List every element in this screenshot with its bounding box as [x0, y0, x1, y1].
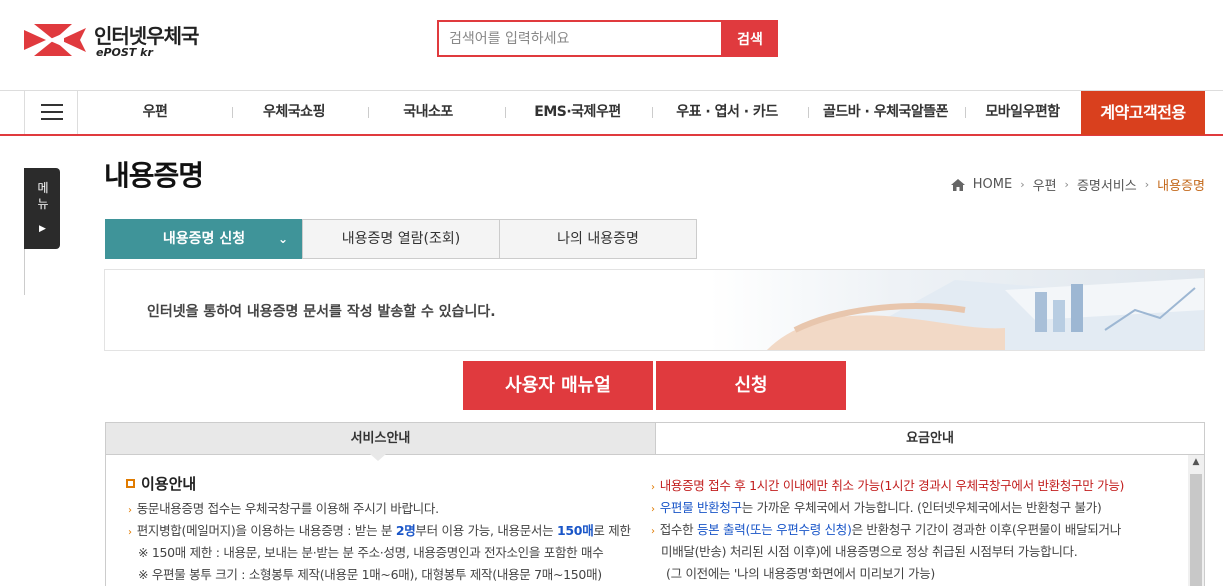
tab-service-info[interactable]: 서비스안내 — [105, 422, 656, 455]
chevron-right-icon: ▶ — [39, 224, 46, 234]
breadcrumb-home[interactable]: HOME — [973, 177, 1012, 192]
search-button[interactable]: 검색 — [722, 20, 778, 57]
side-divider — [24, 249, 25, 295]
service-content: 이용안내 › 동문내용증명 접수는 우체국창구를 이용해 주시기 바랍니다. › 편… — [105, 455, 1205, 586]
search-input[interactable] — [439, 22, 721, 55]
tab-apply-label: 내용증명 신청 — [162, 231, 246, 247]
nav-item-shopping[interactable]: 우체국쇼핑 — [234, 91, 354, 134]
nav-item-mobile[interactable]: 모바일우편함 — [965, 91, 1080, 134]
nav-contract-button[interactable]: 계약고객전용 — [1081, 91, 1205, 135]
info-banner: 인터넷을 통하여 내용증명 문서를 작성 발송할 수 있습니다. — [104, 269, 1205, 351]
usage-line: › 편지병합(메일머지)을 이용하는 내용증명 : 받는 분 2명부터 이용 가능… — [128, 523, 631, 538]
nav-item-stamps[interactable]: 우표 · 엽서 · 카드 — [652, 91, 802, 134]
usage-line: › 내용증명 접수 후 1시간 이내에만 취소 가능(1시간 경과시 우체국창구에… — [651, 478, 1125, 493]
chevron-down-icon: ⌄ — [277, 232, 288, 246]
breadcrumb-cert[interactable]: 증명서비스 — [1077, 175, 1137, 194]
usage-line: (그 이전에는 '나의 내용증명'화면에서 미리보기 가능) — [666, 566, 935, 581]
usage-note: ※ 우편물 봉투 크기 : 소형봉투 제작(내용문 1매~6매), 대형봉투 제… — [138, 567, 602, 582]
breadcrumb-current: 내용증명 — [1157, 179, 1205, 194]
menu-icon[interactable] — [24, 91, 78, 134]
chevron-right-icon: › — [651, 482, 655, 493]
apply-button[interactable]: 신청 — [656, 361, 846, 410]
page-title: 내용증명 — [104, 159, 204, 192]
tab-fee-info[interactable]: 요금안내 — [655, 422, 1205, 455]
scroll-up-icon[interactable]: ▲ — [1188, 457, 1204, 471]
banner-text: 인터넷을 통하여 내용증명 문서를 작성 발송할 수 있습니다. — [147, 304, 496, 320]
breadcrumb: HOME › 우편 › 증명서비스 › 내용증명 — [950, 175, 1205, 194]
chevron-right-icon: › — [1144, 178, 1150, 191]
epost-logo-icon — [24, 24, 86, 56]
scroll-thumb[interactable] — [1190, 474, 1202, 586]
usage-note: ※ 150매 제한 : 내용문, 보내는 분·받는 분 주소·성명, 내용증명인… — [138, 545, 604, 560]
chevron-right-icon: › — [651, 526, 655, 537]
epost-logo[interactable]: 인터넷우체국 ePOST kr — [24, 20, 214, 60]
tab-view[interactable]: 내용증명 열람(조회) — [302, 219, 500, 259]
usage-line: › 접수한 등본 출력(또는 우편수령 신청)은 반환청구 기간이 경과한 이후(… — [651, 522, 1121, 537]
tab-my[interactable]: 나의 내용증명 — [499, 219, 697, 259]
logo-subtext: ePOST kr — [96, 46, 153, 59]
chevron-right-icon: › — [1020, 178, 1025, 191]
square-bullet-icon — [126, 479, 135, 488]
usage-section-title: 이용안내 — [126, 473, 196, 494]
nav-item-parcel[interactable]: 국내소포 — [368, 91, 488, 134]
main-nav: 우편 우체국쇼핑 국내소포 EMS·국제우편 우표 · 엽서 · 카드 골드바 … — [0, 90, 1223, 136]
home-icon — [950, 178, 965, 191]
content-scrollbar[interactable]: ▲ — [1188, 455, 1204, 586]
banner-illustration — [767, 278, 1204, 350]
usage-line: › 동문내용증명 접수는 우체국창구를 이용해 주시기 바랍니다. — [128, 501, 439, 516]
usage-line: 미배달(반송) 처리된 시점 이후)에 내용증명으로 정상 취급된 시점부터 가… — [661, 544, 1078, 559]
logo-name: 인터넷우체국 — [94, 24, 199, 48]
nav-item-goldbar[interactable]: 골드바 · 우체국알뜰폰 — [808, 91, 963, 134]
search-box — [437, 20, 723, 57]
chevron-right-icon: › — [651, 504, 655, 515]
chevron-right-icon: › — [128, 505, 132, 516]
side-menu-label: 메뉴 — [37, 181, 49, 211]
side-menu-toggle[interactable]: 메뉴 ▶ — [24, 168, 60, 249]
nav-item-mail[interactable]: 우편 — [80, 91, 230, 134]
usage-line: › 우편물 반환청구는 가까운 우체국에서 가능합니다. (인터넷우체국에서는 반… — [651, 500, 1102, 515]
user-manual-button[interactable]: 사용자 매뉴얼 — [463, 361, 653, 410]
chevron-right-icon: › — [128, 527, 132, 538]
breadcrumb-mail[interactable]: 우편 — [1033, 175, 1057, 194]
tab-apply[interactable]: 내용증명 신청 ⌄ — [105, 219, 303, 259]
chevron-right-icon: › — [1064, 178, 1069, 191]
info-tabs: 서비스안내 요금안내 — [105, 422, 1205, 455]
nav-item-ems[interactable]: EMS·국제우편 — [505, 91, 650, 134]
